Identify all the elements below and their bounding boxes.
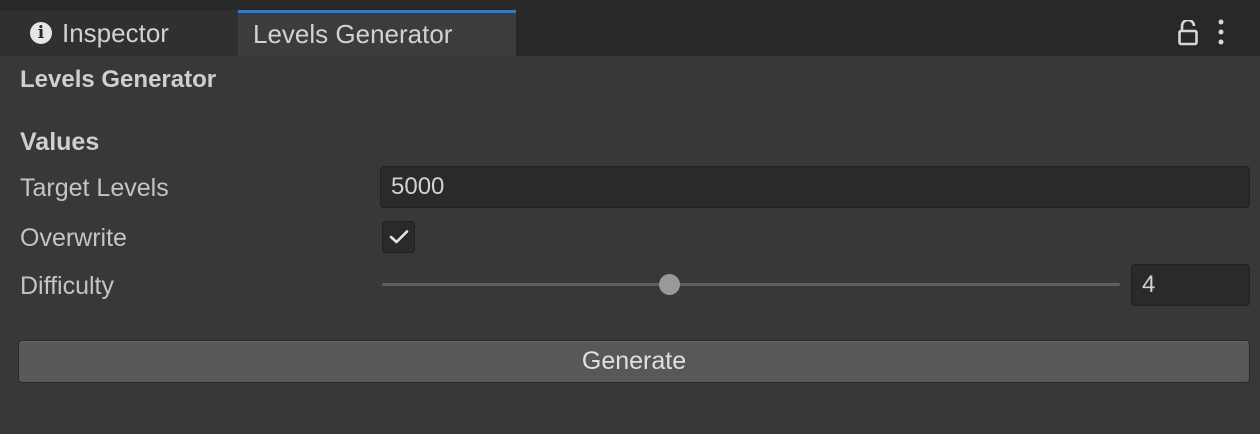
- tab-inspector[interactable]: i Inspector: [0, 10, 238, 56]
- difficulty-value-input[interactable]: 4: [1131, 264, 1250, 306]
- lock-icon[interactable]: [1178, 20, 1198, 46]
- difficulty-slider-thumb[interactable]: [659, 274, 681, 295]
- kebab-menu-icon[interactable]: [1214, 18, 1228, 46]
- levels-generator-window: i Inspector Levels Generator Levels Gene…: [0, 0, 1260, 434]
- target-levels-label: Target Levels: [20, 174, 169, 202]
- generate-button[interactable]: Generate: [18, 340, 1250, 383]
- tab-levels-generator-label: Levels Generator: [253, 19, 453, 49]
- overwrite-label: Overwrite: [20, 224, 127, 252]
- overwrite-checkbox[interactable]: [382, 221, 415, 253]
- values-section-title: Values: [20, 128, 100, 156]
- checkmark-icon: [389, 230, 408, 244]
- info-icon: i: [30, 22, 52, 44]
- tab-bar: i Inspector Levels Generator: [0, 0, 1260, 56]
- inspector-header-title: Levels Generator: [20, 66, 217, 93]
- tab-inspector-label: Inspector: [62, 17, 169, 48]
- difficulty-slider-track[interactable]: [382, 283, 1120, 286]
- tab-levels-generator[interactable]: Levels Generator: [238, 10, 516, 56]
- target-levels-input[interactable]: 5000: [380, 166, 1250, 208]
- difficulty-label: Difficulty: [20, 272, 115, 300]
